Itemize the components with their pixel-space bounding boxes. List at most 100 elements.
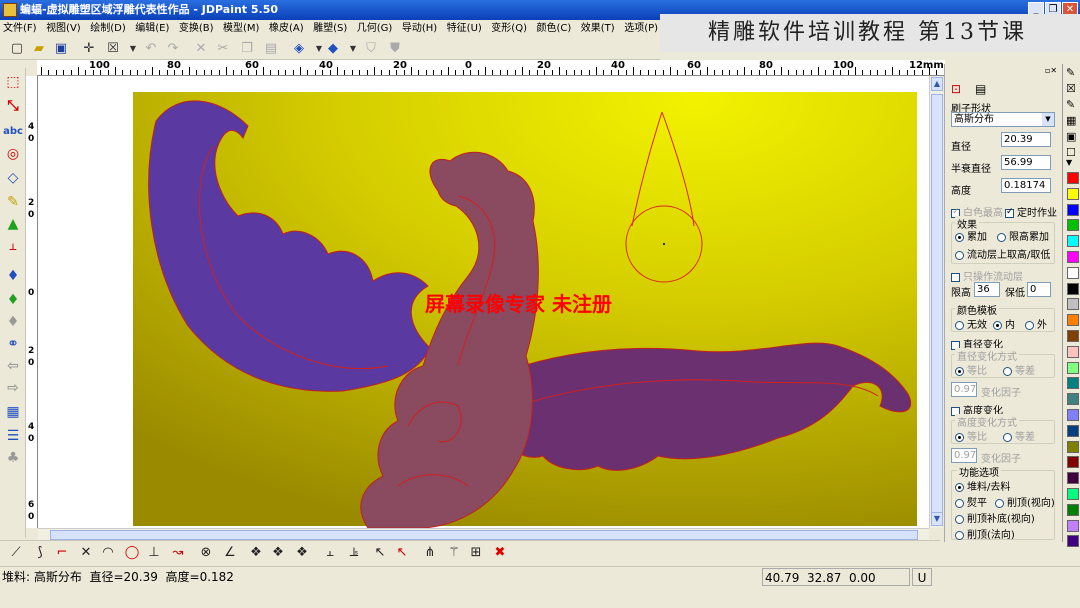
color-swatch[interactable] — [1067, 503, 1079, 516]
open-folder-icon[interactable]: ▰ — [30, 40, 48, 58]
color-swatch[interactable] — [1067, 488, 1079, 500]
tree-icon[interactable]: ⋔ — [420, 544, 440, 562]
pin-gray-icon[interactable]: ♦ — [3, 312, 23, 332]
diamond-icon[interactable]: ❖ — [292, 544, 312, 562]
wand-icon[interactable]: ⚚ — [444, 544, 464, 562]
pin-green-icon[interactable]: ♦ — [3, 290, 23, 310]
menu-eraser[interactable]: 橡皮(A) — [266, 20, 307, 38]
height-ratio-radio[interactable]: 等比 — [955, 428, 987, 443]
effect-flow-radio[interactable]: 流动层上取高/取低 — [955, 246, 1050, 261]
func-fill-radio[interactable]: 削顶补底(视向) — [955, 510, 1035, 525]
panel-tab-icon[interactable]: ⊡ — [951, 82, 961, 96]
color-swatch[interactable] — [1067, 456, 1079, 469]
arrow-right-icon[interactable]: ⇨ — [3, 378, 23, 398]
shield-icon[interactable]: ⛊ — [386, 40, 404, 58]
panel-pin-icon[interactable]: ▫✕ — [1045, 66, 1057, 75]
color-swatch[interactable] — [1067, 519, 1079, 532]
color-swatch[interactable] — [1067, 314, 1079, 327]
redo-icon[interactable]: ↷ — [164, 40, 182, 58]
circle-icon[interactable]: ◯ — [122, 544, 142, 562]
ct-in-radio[interactable]: 内 — [993, 316, 1015, 331]
undo-icon[interactable]: ↶ — [142, 40, 160, 58]
layers-icon[interactable]: ▦ — [3, 402, 23, 422]
menu-file[interactable]: 文件(F) — [0, 20, 40, 38]
paste-icon[interactable]: ▤ — [262, 40, 280, 58]
new-file-icon[interactable]: ▢ — [8, 40, 26, 58]
delete-icon[interactable]: ✕ — [192, 40, 210, 58]
func-cut-normal-radio[interactable]: 削顶(法向) — [955, 526, 1015, 541]
perpendicular-icon[interactable]: ⊥ — [144, 544, 164, 562]
palette-tool-icon[interactable]: ☒ — [1066, 82, 1076, 96]
diamond-tool-icon[interactable]: ◇ — [3, 168, 23, 188]
menu-sculpt[interactable]: 雕塑(S) — [310, 20, 350, 38]
grid-lines-icon[interactable]: ☰ — [3, 426, 23, 446]
color-swatch[interactable] — [1067, 219, 1079, 232]
func-cut-view-radio[interactable]: 削顶(视向) — [995, 494, 1055, 509]
color-swatch[interactable] — [1067, 298, 1079, 311]
curve-icon[interactable]: ↝ — [168, 544, 188, 562]
diamond-icon[interactable]: ❖ — [268, 544, 288, 562]
text-tool-icon[interactable]: abc — [3, 122, 23, 142]
point-snap-icon[interactable]: ⊗ — [196, 544, 216, 562]
tree-icon[interactable]: ♣ — [3, 448, 23, 468]
palette-tool-icon[interactable]: ▣ — [1066, 130, 1076, 144]
height-field[interactable]: 0.18174 — [1001, 178, 1051, 193]
color-swatch[interactable] — [1067, 535, 1079, 548]
pin-tool-icon[interactable]: ♦ — [3, 266, 23, 286]
func-pile-radio[interactable]: 堆料/去料 — [955, 478, 1010, 493]
copy-icon[interactable]: ❐ — [238, 40, 256, 58]
color-swatch[interactable] — [1067, 409, 1079, 421]
color-swatch[interactable] — [1067, 472, 1079, 485]
shield-icon[interactable]: ⛉ — [362, 40, 380, 58]
panel-tab-icon[interactable]: ▤ — [975, 82, 986, 96]
pick-icon[interactable]: ↖ — [370, 544, 390, 562]
palette-tool-icon[interactable]: ✎ — [1066, 98, 1075, 112]
palette-tool-icon[interactable]: ▦ — [1066, 114, 1076, 128]
color-swatch[interactable] — [1067, 172, 1079, 184]
only-flow-checkbox[interactable]: 只操作流动层 — [951, 268, 1023, 283]
cut-icon[interactable]: ✂ — [214, 40, 232, 58]
color-swatch[interactable] — [1067, 235, 1079, 248]
half-diameter-field[interactable]: 56.99 — [1001, 155, 1051, 170]
height-diff-radio[interactable]: 等差 — [1003, 428, 1035, 443]
menu-view[interactable]: 视图(V) — [43, 20, 84, 38]
scroll-thumb[interactable] — [931, 94, 943, 524]
menu-draw[interactable]: 绘制(D) — [87, 20, 129, 38]
color-swatch[interactable] — [1067, 187, 1079, 200]
horizontal-scrollbar[interactable] — [38, 528, 929, 540]
height-factor-field[interactable]: 0.97 — [951, 448, 977, 463]
align-icon[interactable]: ⫡ — [344, 544, 364, 562]
color-swatch[interactable] — [1067, 266, 1079, 279]
arrow-left-icon[interactable]: ⇦ — [3, 356, 23, 376]
func-flat-radio[interactable]: 熨平 — [955, 494, 987, 509]
line-icon[interactable]: ⟋ — [6, 544, 26, 562]
menu-model[interactable]: 模型(M) — [220, 20, 262, 38]
menu-guide[interactable]: 导动(H) — [399, 20, 440, 38]
diam-ratio-radio[interactable]: 等比 — [955, 362, 987, 377]
dropdown-arrow-icon[interactable]: ▼ — [124, 40, 142, 58]
ct-none-radio[interactable]: 无效 — [955, 316, 987, 331]
select-edit-icon[interactable]: ⊞ — [466, 544, 486, 562]
ct-out-radio[interactable]: 外 — [1025, 316, 1047, 331]
color-swatch[interactable] — [1067, 282, 1079, 295]
diamond-icon[interactable]: ❖ — [246, 544, 266, 562]
palette-tool-icon[interactable]: ✎ — [1066, 66, 1075, 80]
scroll-up-icon[interactable]: ▲ — [931, 77, 943, 91]
menu-deform[interactable]: 变形(Q) — [488, 20, 530, 38]
scroll-down-icon[interactable]: ▼ — [931, 512, 943, 526]
arc-icon[interactable]: ◠ — [98, 544, 118, 562]
menu-color[interactable]: 颜色(C) — [533, 20, 574, 38]
color-swatch[interactable] — [1067, 377, 1079, 390]
close-icon[interactable]: ✖ — [490, 544, 510, 562]
angle-icon[interactable]: ∠ — [220, 544, 240, 562]
select-tool-icon[interactable]: ⬚ — [3, 72, 23, 92]
diam-factor-field[interactable]: 0.97 — [951, 382, 977, 397]
trim-icon[interactable]: ✕ — [76, 544, 96, 562]
menu-feature[interactable]: 特征(U) — [444, 20, 485, 38]
menu-options[interactable]: 选项(P) — [621, 20, 661, 38]
menu-transform[interactable]: 变换(B) — [176, 20, 217, 38]
fillet-icon[interactable]: ⌐ — [52, 544, 72, 562]
color-swatch[interactable] — [1067, 330, 1079, 342]
color-swatch[interactable] — [1067, 251, 1079, 263]
color-swatch[interactable] — [1067, 345, 1079, 358]
